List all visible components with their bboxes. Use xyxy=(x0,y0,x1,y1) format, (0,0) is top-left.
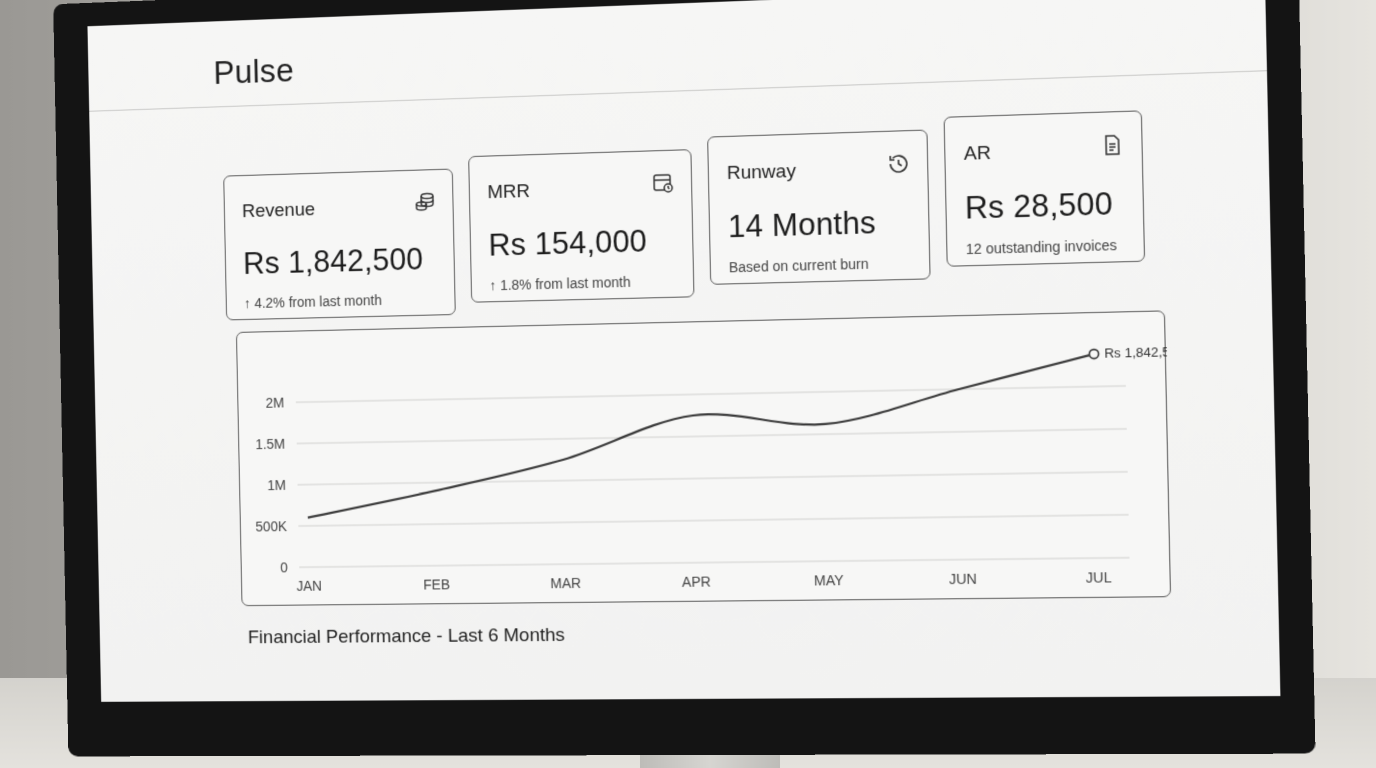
x-tick-label: JUL xyxy=(1086,570,1113,586)
line-chart-svg: 0 500K 1M 1.5M 2M JAN FEB MAR APR MAY JUN JUL Rs 1… xyxy=(255,344,1172,594)
revenue-line xyxy=(305,354,1097,518)
grid-line xyxy=(296,386,1126,402)
y-tick-label: 1M xyxy=(267,478,286,493)
kpi-cards: Revenue Rs 1,842,500 ↑ 4.2% from last mo… xyxy=(223,110,1164,321)
card-subtext: ↑ 4.2% from last month xyxy=(243,292,382,312)
card-value: 14 Months xyxy=(727,204,877,245)
dashboard-screen: Pulse Revenue Rs 1,842,500 ↑ 4.2% from l… xyxy=(87,0,1281,702)
card-mrr[interactable]: MRR Rs 154,000 ↑ 1.8% from last month xyxy=(468,149,695,303)
x-tick-label: JAN xyxy=(296,579,322,594)
last-point-marker[interactable] xyxy=(1089,349,1099,358)
card-ar[interactable]: AR Rs 28,500 12 outstanding invoices xyxy=(943,110,1146,267)
x-tick-label: MAY xyxy=(814,573,844,589)
document-icon xyxy=(1100,132,1125,157)
monitor-bezel: Pulse Revenue Rs 1,842,500 ↑ 4.2% from l… xyxy=(53,0,1316,757)
card-label: Revenue xyxy=(241,199,316,223)
calendar-clock-icon xyxy=(653,174,673,193)
chart-caption: Financial Performance - Last 6 Months xyxy=(247,624,566,649)
grid-line xyxy=(299,558,1129,568)
top-bar: Pulse xyxy=(87,0,1267,112)
x-tick-label: FEB xyxy=(423,577,450,592)
last-point-annotation: Rs 1,842,500 xyxy=(1104,344,1172,361)
card-subtext: Based on current burn xyxy=(728,255,869,276)
card-value: Rs 1,842,500 xyxy=(242,241,424,281)
y-tick-label: 0 xyxy=(280,560,288,575)
grid-line xyxy=(297,429,1127,444)
card-value: Rs 28,500 xyxy=(964,185,1114,226)
card-label: Runway xyxy=(726,160,797,185)
y-tick-label: 500K xyxy=(255,519,287,534)
app-brand[interactable]: Pulse xyxy=(213,52,294,92)
history-icon xyxy=(886,151,911,176)
card-runway[interactable]: Runway 14 Months Based on current burn xyxy=(707,129,931,285)
card-label: MRR xyxy=(487,181,531,204)
grid-line xyxy=(298,472,1128,485)
card-revenue[interactable]: Revenue Rs 1,842,500 ↑ 4.2% from last mo… xyxy=(223,168,456,321)
card-subtext: 12 outstanding invoices xyxy=(965,236,1118,258)
coins-icon xyxy=(413,190,437,214)
y-tick-label: 2M xyxy=(266,395,285,410)
grid-line xyxy=(298,515,1128,526)
y-tick-label: 1.5M xyxy=(255,437,285,452)
card-subtext: ↑ 1.8% from last month xyxy=(489,273,631,294)
x-tick-label: JUN xyxy=(949,571,977,587)
performance-chart: 0 500K 1M 1.5M 2M JAN FEB MAR APR MAY JUN JUL Rs 1… xyxy=(235,310,1172,607)
x-tick-label: MAR xyxy=(550,576,581,592)
card-value: Rs 154,000 xyxy=(488,223,648,263)
x-tick-label: APR xyxy=(682,574,711,590)
